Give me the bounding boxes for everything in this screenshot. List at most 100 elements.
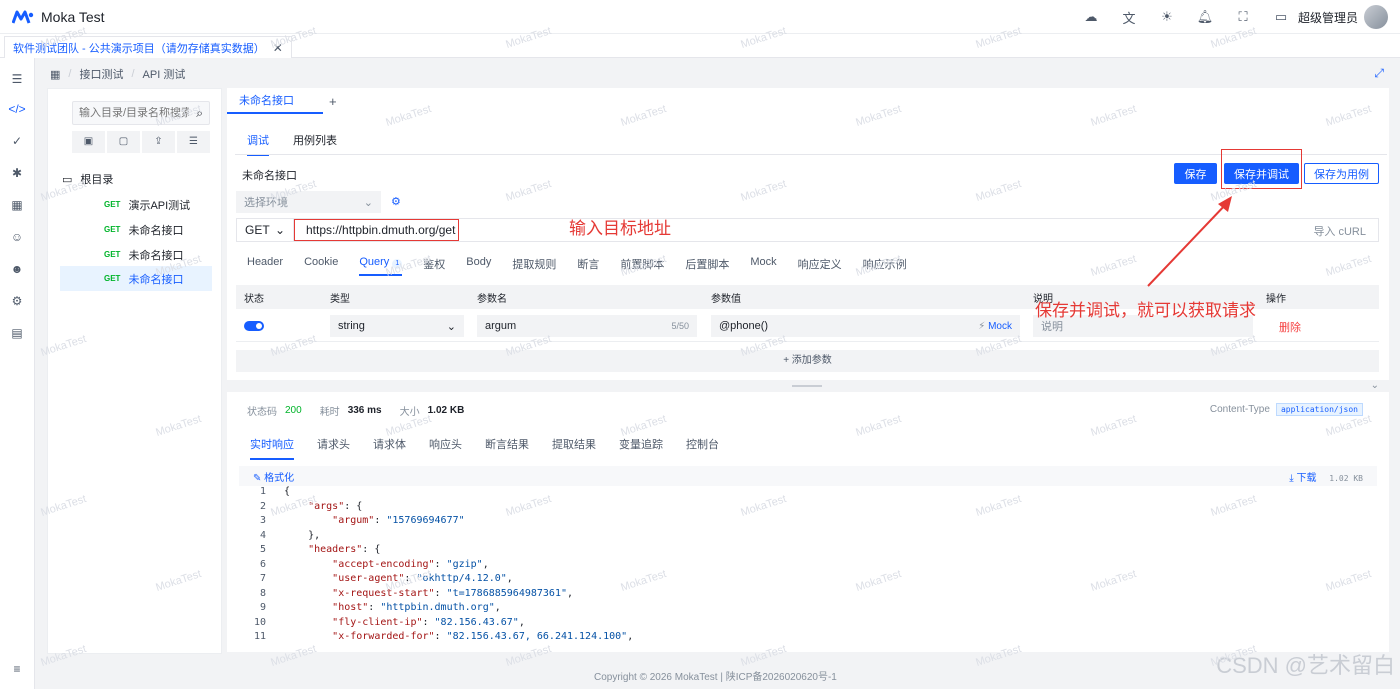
import-curl-button[interactable]: 导入 cURL bbox=[1313, 223, 1366, 239]
add-tab-button[interactable]: + bbox=[329, 94, 337, 109]
tree-root[interactable]: ▭ 根目录 bbox=[62, 171, 113, 187]
user-icon[interactable]: ☺ bbox=[8, 228, 26, 246]
tree-item-selected[interactable]: GET 未命名接口 bbox=[60, 266, 212, 291]
translate-icon[interactable]: 文 bbox=[1110, 8, 1148, 27]
tab-variable-trace[interactable]: 变量追踪 bbox=[619, 436, 663, 460]
tab-console[interactable]: 控制台 bbox=[686, 436, 719, 460]
type-value: string bbox=[338, 320, 365, 332]
avatar[interactable] bbox=[1364, 5, 1388, 29]
cloud-icon[interactable]: ☁ bbox=[1072, 9, 1110, 25]
tab-mock[interactable]: Mock bbox=[750, 256, 776, 276]
response-size: 1.02 KB bbox=[427, 405, 465, 416]
expand-icon[interactable]: ⤢ bbox=[1374, 66, 1384, 81]
user-name: 超级管理员 bbox=[1297, 10, 1358, 25]
tab-assertion-results[interactable]: 断言结果 bbox=[485, 436, 529, 460]
tab-response-example[interactable]: 响应示例 bbox=[863, 256, 907, 276]
save-button[interactable]: 保存 bbox=[1174, 163, 1217, 184]
param-enabled-toggle[interactable] bbox=[244, 321, 264, 331]
breadcrumb-item[interactable]: 接口测试 bbox=[79, 66, 123, 82]
video-icon[interactable]: ▭ bbox=[1262, 9, 1300, 25]
tab-response-definition[interactable]: 响应定义 bbox=[798, 256, 842, 276]
upload-icon[interactable]: ⇪ bbox=[142, 131, 175, 153]
tab-extract-results[interactable]: 提取结果 bbox=[552, 436, 596, 460]
time-label: 耗时 bbox=[319, 407, 340, 418]
tab-post-script[interactable]: 后置脚本 bbox=[685, 256, 729, 276]
panel-resize-handle[interactable] bbox=[792, 385, 822, 387]
directory-tree: ⌕ ▣ ▢ ⇪ ☰ ▭ 根目录 GET 演示API测试 GET 未命名接口 GE… bbox=[47, 88, 222, 654]
mock-button[interactable]: ⚡ Mock bbox=[978, 321, 1012, 332]
tab-case-list[interactable]: 用例列表 bbox=[293, 132, 337, 156]
users-icon[interactable]: ☻ bbox=[8, 260, 26, 278]
tab-pre-script[interactable]: 前置脚本 bbox=[620, 256, 664, 276]
collapse-panel-icon[interactable]: ⌄ bbox=[1371, 380, 1379, 391]
param-value-input[interactable]: @phone() ⚡ Mock bbox=[711, 315, 1020, 337]
interface-name[interactable]: 未命名接口 bbox=[242, 167, 297, 183]
lightning-icon: ⚡ bbox=[978, 320, 986, 332]
chevron-down-icon: ⌄ bbox=[274, 223, 285, 237]
close-icon[interactable]: ✕ bbox=[273, 41, 283, 55]
method-badge: GET bbox=[104, 200, 121, 209]
tree-item[interactable]: GET 未命名接口 bbox=[60, 242, 212, 267]
line-number: 6 bbox=[259, 558, 266, 570]
tab-body[interactable]: Body bbox=[466, 256, 491, 276]
app-logo[interactable]: Moka Test bbox=[12, 9, 105, 25]
tab-extract-rules[interactable]: 提取规则 bbox=[512, 256, 556, 276]
tree-item[interactable]: GET 演示API测试 bbox=[60, 192, 212, 217]
line-number: 3 bbox=[259, 515, 266, 526]
fullscreen-icon[interactable]: ⛶ bbox=[1224, 9, 1262, 25]
code-line: 6 "accept-encoding": "gzip", bbox=[239, 559, 1377, 574]
add-param-button[interactable]: + 添加参数 bbox=[236, 350, 1379, 372]
bug-icon[interactable]: ✱ bbox=[8, 164, 26, 182]
content-type-label: Content-Type bbox=[1209, 404, 1270, 415]
theme-sun-icon[interactable]: ☀ bbox=[1148, 9, 1186, 25]
tree-search[interactable]: ⌕ bbox=[72, 101, 210, 125]
tree-item[interactable]: GET 未命名接口 bbox=[60, 217, 212, 242]
new-folder-icon[interactable]: ▣ bbox=[72, 131, 105, 153]
method-select[interactable]: GET ⌄ bbox=[237, 219, 294, 241]
environment-settings-icon[interactable]: ⚙ bbox=[391, 195, 401, 208]
tab-live-response[interactable]: 实时响应 bbox=[250, 436, 294, 460]
tab-debug[interactable]: 调试 bbox=[247, 132, 269, 156]
environment-select[interactable]: 选择环境 ⌄ bbox=[236, 191, 381, 213]
new-file-icon[interactable]: ▢ bbox=[107, 131, 140, 153]
check-circle-icon[interactable]: ✓ bbox=[8, 132, 26, 150]
tab-unnamed-interface[interactable]: 未命名接口 bbox=[227, 88, 323, 114]
window-tab-project[interactable]: 软件测试团队 - 公共演示项目（请勿存储真实数据） ✕ bbox=[4, 36, 292, 58]
type-select[interactable]: string ⌄ bbox=[330, 315, 464, 337]
code-icon[interactable]: </> bbox=[8, 100, 26, 118]
column-actions: 操作 bbox=[1266, 293, 1286, 305]
delete-button[interactable]: 删除 bbox=[1279, 319, 1301, 335]
content-type: Content-Type application/json bbox=[1210, 403, 1363, 416]
tab-cookie[interactable]: Cookie bbox=[304, 256, 338, 276]
bell-icon[interactable]: 🔔︎ bbox=[1186, 9, 1224, 25]
search-icon[interactable]: ⌕ bbox=[196, 106, 203, 121]
tab-auth[interactable]: 鉴权 bbox=[423, 256, 445, 276]
tab-assertion[interactable]: 断言 bbox=[577, 256, 599, 276]
tab-request-headers[interactable]: 请求头 bbox=[317, 436, 350, 460]
save-as-case-button[interactable]: 保存为用例 bbox=[1304, 163, 1379, 184]
param-name-input[interactable]: argum 5/50 bbox=[477, 315, 697, 337]
tab-label: 未命名接口 bbox=[239, 95, 294, 107]
gear-icon[interactable]: ⚙ bbox=[8, 292, 26, 310]
collapse-menu-icon[interactable]: ≡ bbox=[8, 660, 26, 678]
response-time: 336 ms bbox=[347, 405, 382, 416]
calendar-icon[interactable]: ▦ bbox=[8, 196, 26, 214]
tree-search-input[interactable] bbox=[79, 107, 189, 119]
tab-request-body[interactable]: 请求体 bbox=[373, 436, 406, 460]
tab-query[interactable]: Query 1 bbox=[359, 256, 403, 276]
grid-icon[interactable]: ▦ bbox=[50, 68, 60, 81]
method-badge: GET bbox=[104, 225, 121, 234]
format-icon: ✎ bbox=[253, 472, 262, 484]
list-icon[interactable]: ☰ bbox=[8, 70, 26, 88]
tree-root-label: 根目录 bbox=[80, 174, 114, 186]
download-button[interactable]: ⤓ 下载 bbox=[1289, 473, 1316, 484]
response-body-viewer[interactable]: 1{2 "args": {3 "argum": "15769694677" 4 }… bbox=[239, 486, 1377, 652]
tab-header[interactable]: Header bbox=[247, 256, 283, 276]
user-menu[interactable]: 超级管理员 bbox=[1298, 5, 1388, 29]
tree-item-label: 演示API测试 bbox=[128, 199, 191, 212]
query-count-badge: 1 bbox=[392, 259, 403, 269]
book-icon[interactable]: ▤ bbox=[8, 324, 26, 342]
collapse-all-icon[interactable]: ☰ bbox=[177, 131, 210, 153]
format-button[interactable]: ✎ 格式化 bbox=[253, 469, 294, 484]
tab-response-headers[interactable]: 响应头 bbox=[429, 436, 462, 460]
